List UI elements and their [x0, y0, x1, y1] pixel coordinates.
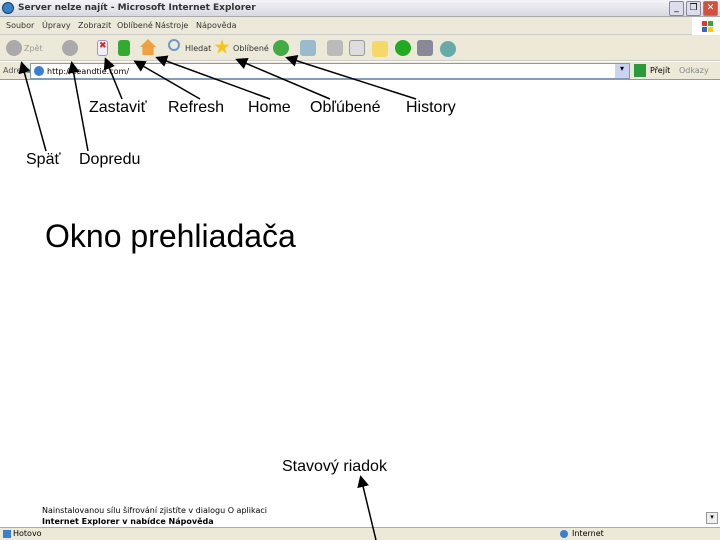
arrow-history: [285, 55, 417, 100]
arrow-home: [155, 55, 271, 100]
arrow-forward: [67, 61, 89, 152]
arrow-stop: [103, 57, 123, 100]
annotation-arrows: [18, 55, 417, 540]
arrow-back: [18, 61, 47, 152]
arrow-favorites: [235, 57, 331, 100]
arrow-status-bar: [357, 475, 377, 540]
arrow-refresh: [133, 60, 201, 100]
